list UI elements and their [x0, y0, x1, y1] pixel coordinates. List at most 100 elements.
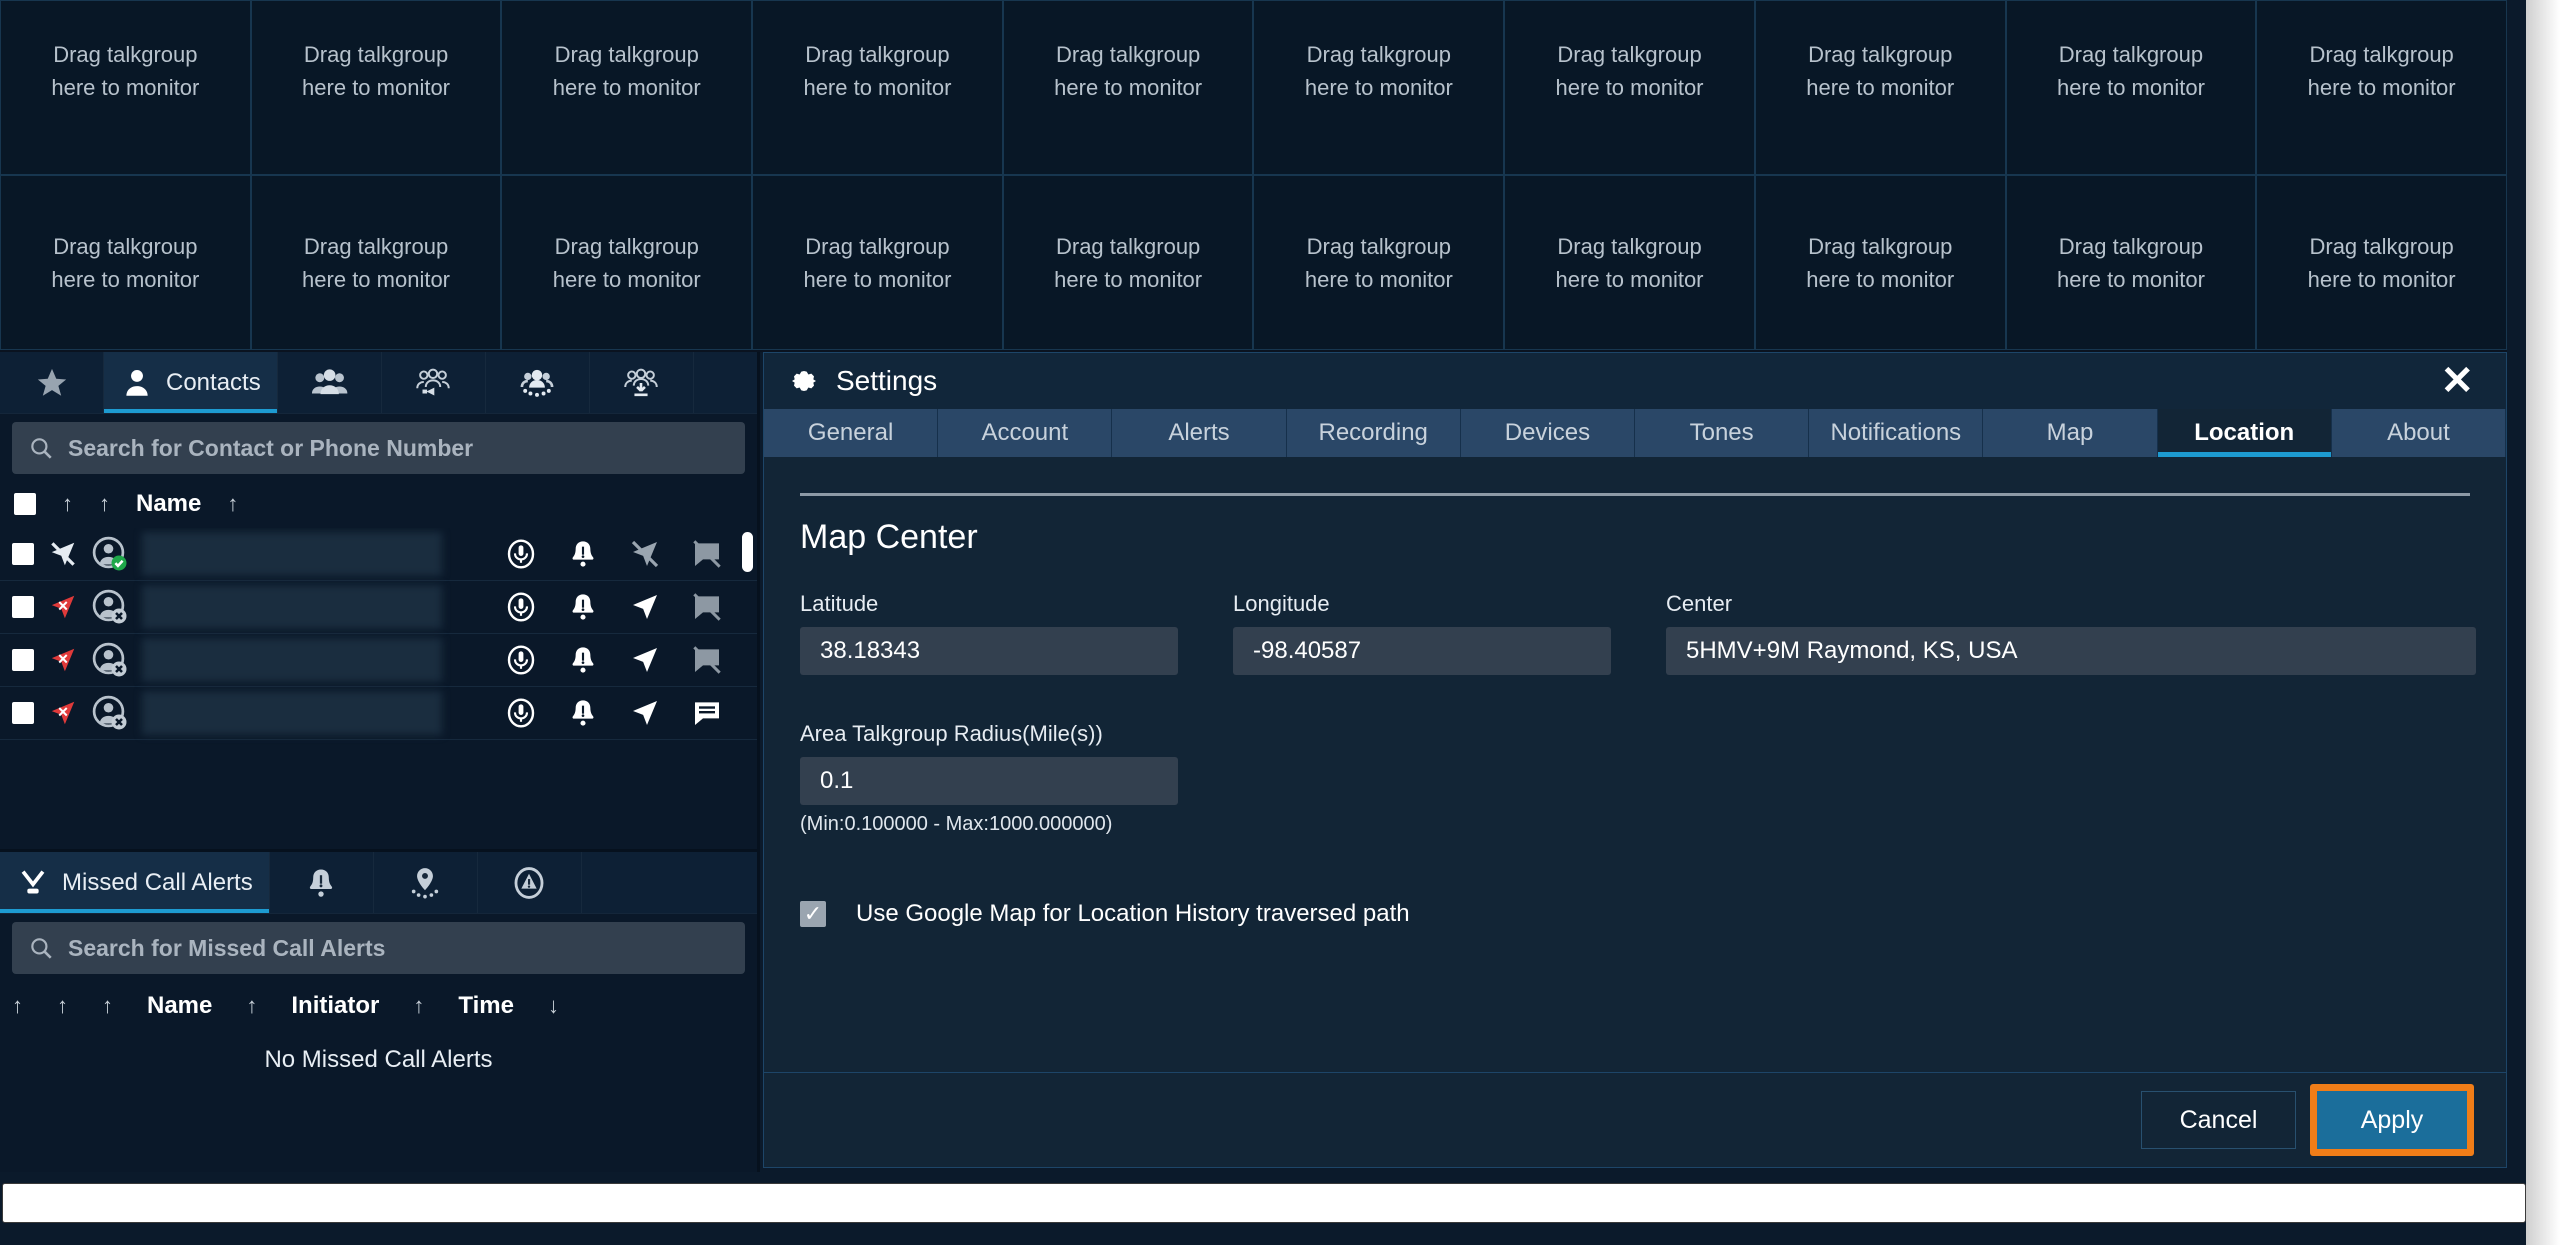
bell-icon[interactable]: [567, 697, 599, 729]
nav-status-on-icon[interactable]: [48, 645, 78, 675]
sort-status[interactable]: ↑: [99, 491, 110, 517]
location-arrow-off-icon[interactable]: [629, 538, 661, 570]
talkgroup-slot[interactable]: Drag talkgroup here to monitor: [501, 175, 753, 350]
alerts-sort-name[interactable]: ↑: [246, 993, 257, 1019]
talkgroup-slot[interactable]: Drag talkgroup here to monitor: [250, 175, 502, 350]
alerts-column-initiator[interactable]: Initiator: [291, 992, 379, 1020]
chat-disabled-icon[interactable]: [691, 644, 723, 676]
settings-tab-about[interactable]: About: [2331, 409, 2507, 457]
tab-geofence-alerts[interactable]: [374, 852, 478, 913]
location-arrow-icon[interactable]: [629, 697, 661, 729]
contact-row[interactable]: [0, 634, 757, 687]
talkgroup-slot[interactable]: Drag talkgroup here to monitor: [1504, 175, 1755, 350]
talkgroup-slot[interactable]: Drag talkgroup here to monitor: [0, 175, 251, 350]
alerts-sort-3[interactable]: ↑: [102, 993, 113, 1019]
microphone-icon[interactable]: [505, 538, 537, 570]
talkgroup-slot[interactable]: Drag talkgroup here to monitor: [1754, 175, 2006, 350]
alerts-column-time[interactable]: Time: [458, 992, 514, 1020]
tab-emergency-alerts[interactable]: [478, 852, 582, 913]
settings-tab-notifications[interactable]: Notifications: [1809, 409, 1984, 457]
microphone-icon[interactable]: [505, 697, 537, 729]
talkgroup-slot[interactable]: Drag talkgroup here to monitor: [1253, 175, 1505, 350]
apply-button[interactable]: Apply: [2317, 1091, 2467, 1149]
talkgroup-slot[interactable]: Drag talkgroup here to monitor: [2005, 0, 2257, 175]
nav-status-off-icon[interactable]: [48, 539, 78, 569]
talkgroup-slot[interactable]: Drag talkgroup here to monitor: [2256, 175, 2507, 350]
tab-broadcast-groups[interactable]: [382, 352, 486, 413]
bell-icon[interactable]: [567, 538, 599, 570]
chat-disabled-icon[interactable]: [691, 538, 723, 570]
contact-row[interactable]: [0, 528, 757, 581]
contact-row-checkbox[interactable]: [12, 649, 34, 671]
nav-status-on-icon[interactable]: [48, 698, 78, 728]
column-name[interactable]: Name: [136, 490, 201, 518]
location-arrow-icon[interactable]: [629, 644, 661, 676]
talkgroup-slot[interactable]: Drag talkgroup here to monitor: [0, 0, 251, 175]
talkgroup-slot[interactable]: Drag talkgroup here to monitor: [1504, 0, 1755, 175]
contacts-search-input[interactable]: Search for Contact or Phone Number: [12, 422, 745, 474]
settings-tab-recording[interactable]: Recording: [1286, 409, 1461, 457]
cancel-button[interactable]: Cancel: [2141, 1091, 2296, 1149]
alerts-sort-initiator[interactable]: ↑: [413, 993, 424, 1019]
talkgroup-slot[interactable]: Drag talkgroup here to monitor: [1253, 0, 1505, 175]
radius-input[interactable]: [800, 757, 1178, 805]
bell-icon[interactable]: [567, 591, 599, 623]
contact-row[interactable]: [0, 687, 757, 740]
main-horizontal-scrollbar[interactable]: [2, 1183, 2526, 1223]
settings-tab-tones[interactable]: Tones: [1635, 409, 1810, 457]
talkgroup-slot[interactable]: Drag talkgroup here to monitor: [1002, 0, 1254, 175]
talkgroup-slot[interactable]: Drag talkgroup here to monitor: [1754, 0, 2006, 175]
tab-contacts[interactable]: Contacts: [104, 352, 278, 413]
talkgroup-slot[interactable]: Drag talkgroup here to monitor: [2005, 175, 2257, 350]
avatar-offline-icon[interactable]: [92, 695, 128, 731]
sort-name[interactable]: ↑: [227, 491, 238, 517]
tab-groups[interactable]: [278, 352, 382, 413]
alerts-search-input[interactable]: Search for Missed Call Alerts: [12, 922, 745, 974]
contact-row-checkbox[interactable]: [12, 596, 34, 618]
tab-area-talkgroups[interactable]: [486, 352, 590, 413]
longitude-input[interactable]: [1233, 627, 1611, 675]
location-arrow-icon[interactable]: [629, 591, 661, 623]
settings-tab-location[interactable]: Location: [2157, 409, 2332, 457]
talkgroup-slot[interactable]: Drag talkgroup here to monitor: [752, 0, 1003, 175]
google-map-checkbox-row[interactable]: ✓ Use Google Map for Location History tr…: [800, 900, 2470, 928]
bell-icon[interactable]: [567, 644, 599, 676]
center-input[interactable]: [1666, 627, 2476, 675]
close-icon[interactable]: ✕: [2440, 361, 2482, 401]
microphone-icon[interactable]: [505, 644, 537, 676]
settings-tab-devices[interactable]: Devices: [1460, 409, 1636, 457]
avatar-offline-icon[interactable]: [92, 589, 128, 625]
alerts-column-name[interactable]: Name: [147, 992, 212, 1020]
contact-row-checkbox[interactable]: [12, 543, 34, 565]
tab-missed-call-alerts[interactable]: Missed Call Alerts: [0, 852, 270, 913]
chat-disabled-icon[interactable]: [691, 591, 723, 623]
talkgroup-slot[interactable]: Drag talkgroup here to monitor: [501, 0, 753, 175]
alerts-sort-time[interactable]: ↓: [548, 993, 559, 1019]
sort-presence[interactable]: ↑: [62, 491, 73, 517]
tab-bell-alerts[interactable]: [270, 852, 374, 913]
avatar-offline-icon[interactable]: [92, 642, 128, 678]
talkgroup-slot[interactable]: Drag talkgroup here to monitor: [2256, 0, 2507, 175]
contacts-list[interactable]: [0, 528, 757, 760]
talkgroup-slot-placeholder: Drag talkgroup here to monitor: [1806, 41, 1955, 100]
tab-favorites[interactable]: [0, 352, 104, 413]
latitude-input[interactable]: [800, 627, 1178, 675]
settings-tab-alerts[interactable]: Alerts: [1112, 409, 1287, 457]
settings-tab-account[interactable]: Account: [938, 409, 1113, 457]
settings-tab-general[interactable]: General: [764, 409, 939, 457]
nav-status-on-icon[interactable]: [48, 592, 78, 622]
contact-row[interactable]: [0, 581, 757, 634]
talkgroup-slot[interactable]: Drag talkgroup here to monitor: [1002, 175, 1254, 350]
chat-icon[interactable]: [691, 697, 723, 729]
talkgroup-slot[interactable]: Drag talkgroup here to monitor: [752, 175, 1003, 350]
alerts-sort-1[interactable]: ↑: [12, 993, 23, 1019]
alerts-sort-2[interactable]: ↑: [57, 993, 68, 1019]
settings-tab-map[interactable]: Map: [1983, 409, 2158, 457]
contact-row-checkbox[interactable]: [12, 702, 34, 724]
avatar-available-icon[interactable]: [92, 536, 128, 572]
select-all-checkbox[interactable]: [14, 493, 36, 515]
microphone-icon[interactable]: [505, 591, 537, 623]
talkgroup-slot[interactable]: Drag talkgroup here to monitor: [250, 0, 502, 175]
tab-receive-groups[interactable]: [590, 352, 694, 413]
google-map-checkbox[interactable]: ✓: [800, 901, 826, 927]
